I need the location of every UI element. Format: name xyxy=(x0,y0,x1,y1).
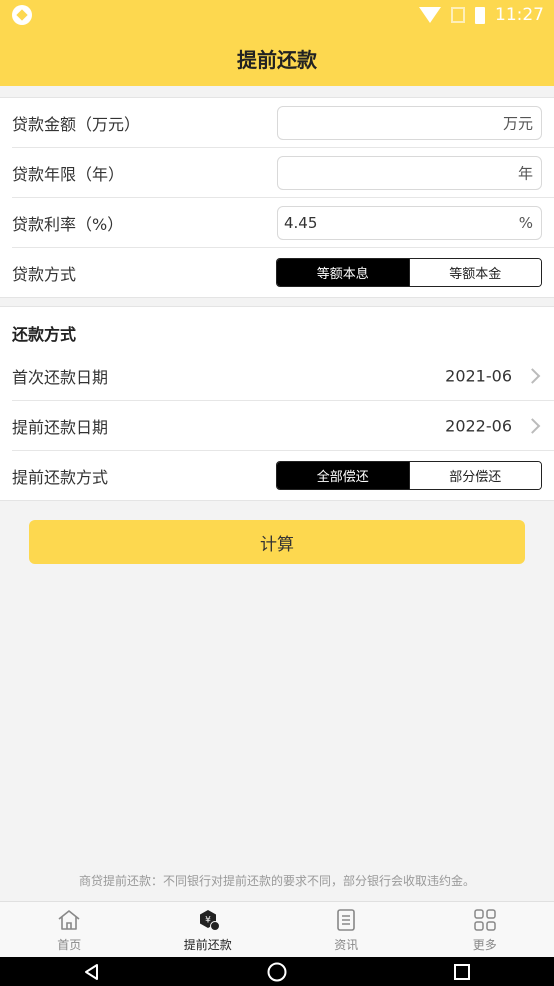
loan-years-row: 贷款年限（年） 年 xyxy=(12,148,554,198)
first-repay-date-row[interactable]: 首次还款日期 2021-06 xyxy=(12,351,554,401)
recents-icon[interactable] xyxy=(452,962,472,982)
app-bar: 提前还款 xyxy=(0,30,554,86)
loan-years-label: 贷款年限（年） xyxy=(12,164,125,184)
status-time: 11:27 xyxy=(495,5,544,25)
loan-rate-row: 贷款利率（%） 4.45 % xyxy=(12,198,554,248)
prepay-method-row: 提前还款方式 全部偿还 部分偿还 xyxy=(12,451,554,500)
home-circle-icon[interactable] xyxy=(266,961,288,983)
tab-home-label: 首页 xyxy=(57,937,82,952)
chevron-right-icon xyxy=(524,417,541,434)
status-bar: 11:27 xyxy=(0,0,554,30)
tab-news[interactable]: 资讯 xyxy=(277,902,416,958)
news-icon xyxy=(337,908,356,931)
back-icon[interactable] xyxy=(82,962,102,982)
first-repay-date-value: 2021-06 xyxy=(445,366,512,385)
repay-section-header: 还款方式 xyxy=(12,307,554,351)
tab-prepay-label: 提前还款 xyxy=(183,937,232,952)
loan-amount-unit: 万元 xyxy=(502,114,533,133)
loan-method-equal-installment-button[interactable]: 等额本息 xyxy=(277,259,409,286)
loan-years-input[interactable]: 年 xyxy=(277,156,542,190)
loan-amount-row: 贷款金额（万元） 万元 xyxy=(12,98,554,148)
prepay-partial-button[interactable]: 部分偿还 xyxy=(408,462,541,489)
page-title: 提前还款 xyxy=(237,47,317,72)
loan-rate-value: 4.45 xyxy=(284,214,318,232)
loan-rate-label: 贷款利率（%） xyxy=(12,214,124,234)
prepay-date-value: 2022-06 xyxy=(445,416,512,435)
grid-icon xyxy=(474,908,496,931)
loan-method-equal-principal-button[interactable]: 等额本金 xyxy=(408,259,541,286)
repay-form: 还款方式 首次还款日期 2021-06 提前还款日期 2022-06 提前还款方… xyxy=(0,306,554,501)
prepay-method-segmented-control: 全部偿还 部分偿还 xyxy=(276,461,542,490)
prepay-method-label: 提前还款方式 xyxy=(12,467,109,487)
loan-method-label: 贷款方式 xyxy=(12,264,77,284)
loan-rate-input[interactable]: 4.45 % xyxy=(277,206,542,240)
loan-amount-label: 贷款金额（万元） xyxy=(12,114,141,134)
repay-section-title: 还款方式 xyxy=(12,325,77,344)
tab-more[interactable]: 更多 xyxy=(416,902,554,958)
loan-years-unit: 年 xyxy=(517,164,533,183)
tab-prepay[interactable]: ¥ 提前还款 xyxy=(139,902,278,958)
loan-amount-input[interactable]: 万元 xyxy=(277,106,542,140)
loan-rate-unit: % xyxy=(518,214,533,232)
tab-news-label: 资讯 xyxy=(334,937,359,952)
bottom-tab-bar: 首页 ¥ 提前还款 资讯 更多 xyxy=(0,901,554,958)
prepay-date-label: 提前还款日期 xyxy=(12,417,109,437)
tab-home[interactable]: 首页 xyxy=(0,902,139,958)
footer-note: 商贷提前还款：不同银行对提前还款的要求不同，部分银行会收取违约金。 xyxy=(78,874,475,888)
tab-more-label: 更多 xyxy=(472,937,497,952)
app-notification-icon xyxy=(12,5,32,25)
prepay-full-button[interactable]: 全部偿还 xyxy=(277,462,409,489)
prepay-date-row[interactable]: 提前还款日期 2022-06 xyxy=(12,401,554,451)
battery-icon xyxy=(475,6,485,24)
wifi-icon xyxy=(419,7,441,23)
system-navigation-bar xyxy=(0,957,554,986)
home-icon xyxy=(58,909,80,930)
loan-method-row: 贷款方式 等额本息 等额本金 xyxy=(12,248,554,297)
loan-form: 贷款金额（万元） 万元 贷款年限（年） 年 贷款利率（%） 4.45 % 贷款方… xyxy=(0,97,554,298)
prepay-icon: ¥ xyxy=(199,909,220,931)
first-repay-date-label: 首次还款日期 xyxy=(12,367,109,387)
calculate-button[interactable]: 计算 xyxy=(29,520,525,564)
no-sim-icon xyxy=(451,7,465,23)
loan-method-segmented-control: 等额本息 等额本金 xyxy=(276,258,542,287)
svg-text:¥: ¥ xyxy=(205,915,211,925)
chevron-right-icon xyxy=(524,367,541,384)
